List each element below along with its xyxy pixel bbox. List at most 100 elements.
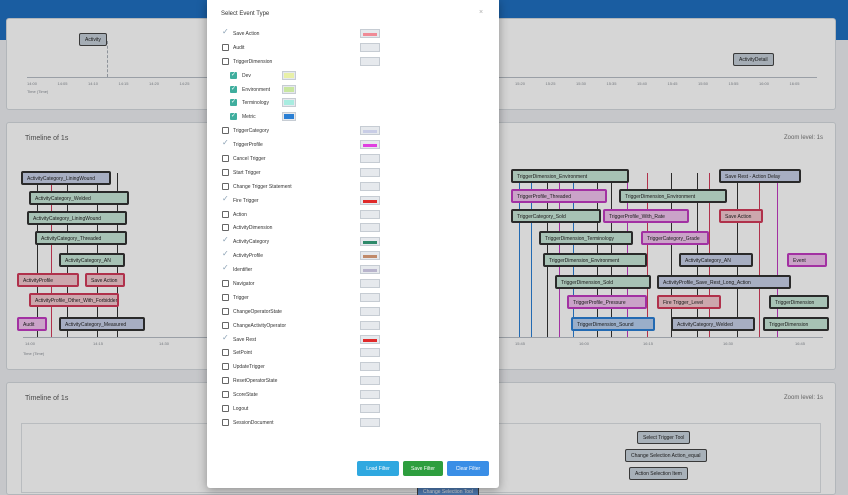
event-type-row[interactable]: ChangeActivityOperator: [221, 319, 481, 333]
color-swatch[interactable]: [360, 195, 380, 205]
color-swatch[interactable]: [360, 140, 380, 150]
color-swatch[interactable]: [360, 126, 380, 136]
checkbox[interactable]: [222, 293, 229, 301]
checkbox[interactable]: [222, 349, 229, 357]
event-type-row[interactable]: UpdateTrigger: [221, 360, 481, 374]
event-type-row[interactable]: ✓ TriggerProfile: [221, 138, 481, 152]
color-swatch[interactable]: [360, 348, 380, 358]
color-swatch[interactable]: [360, 154, 380, 164]
color-swatch[interactable]: [360, 42, 380, 52]
event-type-label: Save Rest: [233, 336, 257, 343]
checkbox-checked[interactable]: ✓: [230, 113, 237, 121]
color-swatch[interactable]: [282, 112, 296, 122]
checkbox-checked[interactable]: ✓: [230, 99, 237, 107]
color-swatch[interactable]: [360, 417, 380, 427]
event-type-row[interactable]: TriggerCategory: [221, 124, 481, 138]
load-filter-button[interactable]: Load Filter: [357, 461, 399, 476]
event-type-row[interactable]: ✓ Save Action: [221, 27, 481, 41]
checkbox[interactable]: [222, 363, 229, 371]
event-type-label: Audit: [233, 44, 245, 51]
event-type-row[interactable]: ✓ Terminology: [221, 96, 481, 110]
checkbox[interactable]: [222, 321, 229, 329]
checkbox-checked[interactable]: ✓: [230, 71, 237, 79]
color-swatch[interactable]: [360, 29, 380, 38]
checkbox[interactable]: [222, 155, 229, 163]
event-type-row[interactable]: Audit: [221, 41, 481, 55]
event-type-label: TriggerProfile: [233, 142, 263, 149]
event-type-row[interactable]: ✓ Dev: [221, 69, 481, 83]
event-type-row[interactable]: Change Trigger Statement: [221, 180, 481, 194]
event-type-row[interactable]: Navigator: [221, 277, 481, 291]
event-type-row[interactable]: SessionDocument: [221, 416, 481, 430]
color-swatch[interactable]: [360, 181, 380, 191]
event-type-label: UpdateTrigger: [233, 364, 265, 371]
event-type-row[interactable]: Start Trigger: [221, 166, 481, 180]
color-swatch[interactable]: [360, 306, 380, 316]
checkmark-icon[interactable]: ✓: [222, 27, 229, 36]
checkmark-icon[interactable]: ✓: [222, 249, 229, 258]
checkbox[interactable]: [222, 57, 229, 65]
checkbox[interactable]: [222, 168, 229, 176]
checkbox[interactable]: [222, 307, 229, 315]
color-swatch[interactable]: [360, 237, 380, 247]
color-swatch[interactable]: [360, 292, 380, 302]
color-swatch[interactable]: [360, 279, 380, 289]
checkbox[interactable]: [222, 391, 229, 399]
event-type-label: Terminology: [242, 100, 269, 107]
checkbox[interactable]: [222, 210, 229, 218]
event-type-row[interactable]: ActivityDimension: [221, 221, 481, 235]
checkbox[interactable]: [222, 182, 229, 190]
event-type-row[interactable]: ✓ Fire Trigger: [221, 194, 481, 208]
checkbox[interactable]: [222, 405, 229, 413]
event-type-row[interactable]: ✓ Metric: [221, 110, 481, 124]
checkmark-icon[interactable]: ✓: [222, 333, 229, 342]
event-type-row[interactable]: ✓ Save Rest: [221, 333, 481, 347]
color-swatch[interactable]: [360, 265, 380, 275]
color-swatch[interactable]: [282, 70, 296, 80]
color-swatch[interactable]: [360, 362, 380, 372]
save-filter-button[interactable]: Save Filter: [403, 461, 443, 476]
color-swatch[interactable]: [360, 390, 380, 400]
color-swatch[interactable]: [360, 56, 380, 66]
checkmark-icon[interactable]: ✓: [222, 138, 229, 147]
event-type-row[interactable]: ScoreState: [221, 388, 481, 402]
event-type-label: Logout: [233, 406, 249, 413]
event-type-row[interactable]: ✓ Identifier: [221, 263, 481, 277]
checkmark-icon[interactable]: ✓: [222, 235, 229, 244]
color-swatch[interactable]: [360, 209, 380, 219]
event-type-row[interactable]: ✓ ActivityCategory: [221, 235, 481, 249]
event-type-row[interactable]: ResetOperatorState: [221, 374, 481, 388]
color-swatch[interactable]: [360, 334, 380, 344]
checkmark-icon[interactable]: ✓: [222, 194, 229, 203]
clear-filter-button[interactable]: Clear Filter: [447, 461, 489, 476]
event-type-label: ScoreState: [233, 392, 258, 399]
event-type-row[interactable]: Action: [221, 208, 481, 222]
event-type-row[interactable]: Trigger: [221, 291, 481, 305]
color-swatch[interactable]: [360, 223, 380, 233]
color-swatch[interactable]: [360, 251, 380, 261]
checkbox[interactable]: [222, 43, 229, 51]
color-swatch[interactable]: [360, 376, 380, 386]
checkbox[interactable]: [222, 127, 229, 135]
event-type-row[interactable]: ✓ ActivityProfile: [221, 249, 481, 263]
color-swatch[interactable]: [360, 320, 380, 330]
color-swatch[interactable]: [282, 98, 296, 108]
checkmark-icon[interactable]: ✓: [222, 263, 229, 272]
event-type-row[interactable]: SetPoint: [221, 346, 481, 360]
checkbox[interactable]: [222, 377, 229, 385]
event-type-row[interactable]: ChangeOperatorState: [221, 305, 481, 319]
event-type-label: TriggerDimension: [233, 58, 273, 65]
event-type-row[interactable]: Cancel Trigger: [221, 152, 481, 166]
checkbox-checked[interactable]: ✓: [230, 85, 237, 93]
color-swatch[interactable]: [282, 84, 296, 94]
checkbox[interactable]: [222, 280, 229, 288]
checkbox[interactable]: [222, 418, 229, 426]
event-type-row[interactable]: Logout: [221, 402, 481, 416]
event-type-row[interactable]: ✓ Environment: [221, 83, 481, 97]
close-icon[interactable]: ×: [479, 9, 483, 16]
event-type-row[interactable]: TriggerDimension: [221, 55, 481, 69]
color-swatch[interactable]: [360, 404, 380, 414]
event-type-label: Start Trigger: [233, 169, 261, 176]
color-swatch[interactable]: [360, 167, 380, 177]
checkbox[interactable]: [222, 224, 229, 232]
